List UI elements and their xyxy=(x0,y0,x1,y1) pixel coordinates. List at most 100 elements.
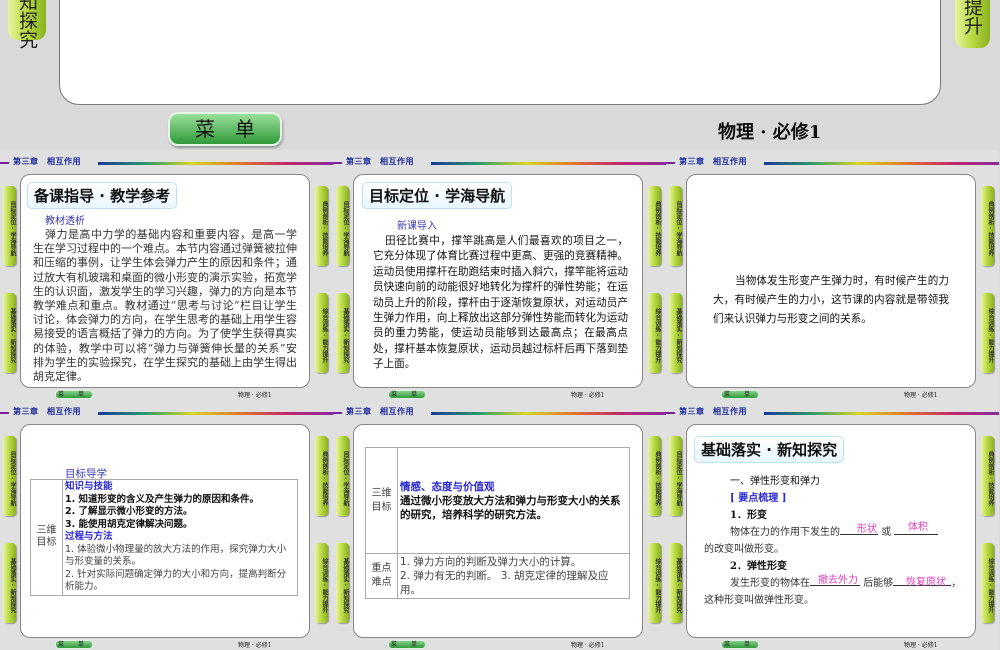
menu-button[interactable]: 菜 单 xyxy=(721,390,759,399)
section-heading: [ 要点梳理 ] xyxy=(730,493,787,504)
header-gradient-line xyxy=(98,412,333,415)
nav-tab-left-1[interactable]: 目标定位·学海导航 xyxy=(669,436,682,516)
answer-text: 撤去外力 xyxy=(818,575,858,586)
text: 后能够 xyxy=(863,578,894,589)
nav-tab-left-1[interactable]: 目标定位·学海导航 xyxy=(336,436,349,516)
goal-item: 1. 体验微小物理量的放大方法的作用，探究弹力大小与形变量的关系。 xyxy=(65,543,287,568)
key-point: 1. 弹力方向的判断及弹力大小的计算。 xyxy=(400,556,582,568)
nav-tab-left-2[interactable]: 基础落实·新知探究 xyxy=(669,543,682,623)
slide-thumb-2[interactable]: 物理 · 必修1 菜 单综合训练·能力提升 典例剖析·技能培养 基础落实·新知探究 目标… xyxy=(333,150,666,400)
subhead: 新课导入 xyxy=(397,221,437,232)
text: 物体在力的作用下发生的 xyxy=(730,527,840,538)
nav-tab-right-2[interactable]: 综合训练·能力提升 xyxy=(648,543,661,623)
book-label: 物理 · 必修1 xyxy=(904,642,938,649)
slide-title: 基础落实 · 新知探究 xyxy=(694,436,845,463)
nav-tab-right-2[interactable]: 综合训练·能力提升 xyxy=(315,543,328,623)
header-gradient-line xyxy=(764,162,999,165)
goal-item: 1. 知道形变的含义及产生弹力的原因和条件。 xyxy=(65,493,260,505)
book-label: 物理 · 必修1 xyxy=(238,392,272,399)
nav-tab-right-text: 力提升 xyxy=(961,0,983,35)
nav-tab-right-1[interactable]: 典例剖析·技能培养 xyxy=(981,436,994,516)
section-heading: 1．形变 xyxy=(730,510,767,521)
goal-item: 2. 了解显示微小形变的方法。 xyxy=(65,506,193,517)
answer-text: 形状 xyxy=(857,524,877,535)
text: 或 xyxy=(881,527,892,538)
section-heading: 情感、态度与价值观 xyxy=(400,480,495,493)
nav-tab-left-2[interactable]: 基础落实·新知探究 xyxy=(336,543,349,623)
menu-button[interactable]: 菜 单 xyxy=(55,640,93,649)
text: 发生形变的物体在 xyxy=(730,578,810,589)
slide-thumb-3[interactable]: 物理 · 必修1 菜 单 综合训练·能力提升 典例剖析·技能培养基础落实·新知探究 目标… xyxy=(666,150,999,400)
slide-thumb-6[interactable]: 物理 · 必修1 菜 单 综合训练·能力提升 典例剖析·技能培养基础落实·新知探究 目标… xyxy=(666,400,999,650)
header-accent xyxy=(333,412,342,414)
section-heading: 知识与技能 xyxy=(65,481,113,492)
slide-title: 备课指导 · 教学参考 xyxy=(27,182,178,209)
chapter-label: 第三章 相互作用 xyxy=(346,406,414,416)
slide-thumb-5[interactable]: 物理 · 必修1 菜 单 综合训练·能力提升 典例剖析·技能培养基础落实·新知探究 目标… xyxy=(333,400,666,650)
header-gradient-line xyxy=(764,412,999,415)
nav-tab-right-2[interactable]: 综合训练·能力提升 xyxy=(648,293,661,373)
key-point: 2. 弹力有无的判断。 3. 胡克定律的理解及应用。 xyxy=(400,570,609,596)
nav-tab-left-1[interactable]: 目标定位·学海导航 xyxy=(336,186,349,266)
chapter-label: 第三章 相互作用 xyxy=(679,156,747,166)
nav-tab-right-1[interactable]: 典例剖析·技能培养 xyxy=(648,436,661,516)
goals-table: 三维目标 知识与技能 1. 知道形变的含义及产生弹力的原因和条件。 2. 了解显… xyxy=(30,479,298,596)
nav-tab-left-2[interactable]: 基础落实·新知探究 xyxy=(669,293,682,373)
goal-item: 3. 能使用胡克定律解决问题。 xyxy=(65,518,193,530)
section-heading: 2．弹性形变 xyxy=(730,561,787,572)
book-label: 物理 · 必修1 xyxy=(571,642,605,649)
nav-tab-left-2[interactable]: 基础落实·新知探究 xyxy=(3,543,16,623)
menu-button[interactable]: 菜 单 xyxy=(721,640,759,649)
book-label: 物理 · 必修1 xyxy=(904,392,938,399)
header-accent xyxy=(333,162,342,164)
nav-tab-left-1[interactable]: 目标定位·学海导航 xyxy=(3,436,16,516)
chapter-label: 第三章 相互作用 xyxy=(346,156,414,166)
goal-item: 通过微小形变放大方法和弹力与形变大小的关系的研究，培养科学的研究方法。 xyxy=(400,494,621,521)
nav-tab-right-1[interactable]: 典例剖析·技能培养 xyxy=(981,186,994,266)
header-gradient-line xyxy=(431,412,666,415)
body-text: 田径比赛中，撑竿跳高是人们最喜欢的项目之一，它充分体现了体育比赛过程中更高、更强… xyxy=(373,235,628,371)
answer-text: 体积 xyxy=(908,522,928,533)
top-slide: 知探究 力提升 菜 单 物理 · 必修1 xyxy=(0,0,1000,150)
body-line: 这种形变叫做弹性形变。 xyxy=(704,595,814,606)
nav-tab-right-2[interactable]: 综合训练·能力提升 xyxy=(981,293,994,373)
goals-table: 三维目标 情感、态度与价值观 通过微小形变放大方法和弹力与形变大小的关系的研究，… xyxy=(365,447,630,599)
slide-content-box xyxy=(59,0,941,105)
nav-tab-left-text: 知探究 xyxy=(16,0,38,49)
menu-button[interactable]: 菜 单 xyxy=(168,112,282,146)
header-accent xyxy=(666,162,675,164)
menu-button[interactable]: 菜 单 xyxy=(388,640,426,649)
goal-item: 2. 针对实际问题确定弹力的大小和方向，提高判断分析能力。 xyxy=(65,568,287,593)
book-label: 物理 · 必修1 xyxy=(238,642,272,649)
chapter-label: 第三章 相互作用 xyxy=(13,406,81,416)
nav-tab-left-2[interactable]: 基础落实·新知探究 xyxy=(336,293,349,373)
header-accent xyxy=(0,412,9,414)
header-accent xyxy=(0,162,9,164)
row-label: 重点难点 xyxy=(365,553,398,599)
nav-tab-right-1[interactable]: 典例剖析·技能培养 xyxy=(648,186,661,266)
nav-tab-left-2[interactable]: 基础落实·新知探究 xyxy=(3,293,16,373)
nav-tab-right-2[interactable]: 综合训练·能力提升 xyxy=(981,543,994,623)
menu-button[interactable]: 菜 单 xyxy=(388,390,426,399)
nav-tab-right-1[interactable]: 典例剖析·技能培养 xyxy=(315,436,328,516)
header-gradient-line xyxy=(98,162,333,165)
book-label: 物理 · 必修1 xyxy=(718,122,822,143)
slide-thumb-1[interactable]: 物理 · 必修1 菜 单 综合训练·能力提升 典例剖析·技能培养基础落实·新知探究 目标… xyxy=(0,150,333,400)
chapter-label: 第三章 相互作用 xyxy=(13,156,81,166)
nav-tab-left-1[interactable]: 目标定位·学海导航 xyxy=(3,186,16,266)
answer-text: 恢复原状 xyxy=(906,577,946,588)
slide-thumb-4[interactable]: 物理 · 必修1 菜 单 综合训练·能力提升 典例剖析·技能培养基础落实·新知探究 目标… xyxy=(0,400,333,650)
section-heading: 过程与方法 xyxy=(65,531,113,542)
nav-tab-right-2[interactable]: 综合训练·能力提升 xyxy=(315,293,328,373)
body-text: 当物体发生形变产生弹力时，有时候产生的力大，有时候产生的力小，这节课的内容就是带… xyxy=(713,275,949,325)
menu-button[interactable]: 菜 单 xyxy=(55,390,93,399)
body-text: 弹力是高中力学的基础内容和重要内容，是高一学生在学习过程中的一个难点。本节内容通… xyxy=(33,228,297,384)
row-label: 三维目标 xyxy=(365,447,398,554)
header-gradient-line xyxy=(431,162,666,165)
section-heading: 一、弹性形变和弹力 xyxy=(730,476,820,487)
nav-tab-right-1[interactable]: 典例剖析·技能培养 xyxy=(315,186,328,266)
chapter-label: 第三章 相互作用 xyxy=(679,406,747,416)
header-accent xyxy=(666,412,675,414)
body-line: 的改变叫做形变。 xyxy=(704,544,784,555)
nav-tab-left-1[interactable]: 目标定位·学海导航 xyxy=(669,186,682,266)
